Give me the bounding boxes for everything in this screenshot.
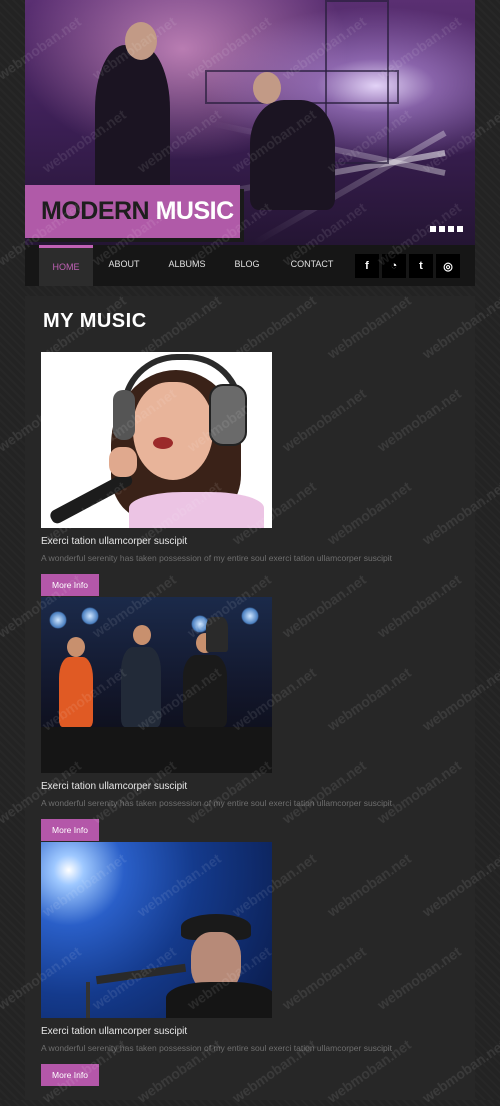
social-links: f ◔ t ◎ — [355, 254, 460, 278]
nav-item-about[interactable]: ABOUT — [99, 245, 149, 286]
guitarist-figure — [95, 45, 170, 205]
music-item-photo[interactable] — [41, 842, 272, 1018]
rss-icon[interactable]: ◔ — [382, 254, 406, 278]
more-info-button[interactable]: More Info — [41, 819, 99, 841]
slider-pagination[interactable] — [430, 226, 463, 232]
dribbble-icon[interactable]: ◎ — [436, 254, 460, 278]
logo-word-dark: MODERN — [41, 197, 150, 225]
music-item-title[interactable]: Exerci tation ullamcorper suscipit — [41, 781, 187, 792]
more-info-button[interactable]: More Info — [41, 574, 99, 596]
nav-item-blog[interactable]: BLOG — [223, 245, 271, 286]
music-item-photo[interactable] — [41, 352, 272, 528]
hero-title-box: MODERN MUSIC — [25, 185, 240, 238]
music-item-title[interactable]: Exerci tation ullamcorper suscipit — [41, 536, 187, 547]
site-logo[interactable]: MODERN MUSIC — [41, 197, 234, 226]
main-content: MY MUSIC Exerci tation ullamcorper susci… — [25, 296, 475, 1100]
hero-banner: MODERN MUSIC — [25, 0, 475, 245]
slider-dot[interactable] — [439, 226, 445, 232]
music-item-description: A wonderful serenity has taken possessio… — [41, 1043, 393, 1053]
main-nav: HOME ABOUT ALBUMS BLOG CONTACT f ◔ t ◎ — [25, 245, 475, 286]
facebook-icon[interactable]: f — [355, 254, 379, 278]
more-info-button[interactable]: More Info — [41, 1064, 99, 1086]
twitter-icon[interactable]: t — [409, 254, 433, 278]
guitarist-head — [125, 22, 157, 60]
slider-dot[interactable] — [448, 226, 454, 232]
drummer-head — [253, 72, 281, 104]
nav-item-home[interactable]: HOME — [39, 245, 93, 286]
section-title: MY MUSIC — [43, 310, 147, 332]
music-item-photo[interactable] — [41, 597, 272, 773]
nav-item-contact[interactable]: CONTACT — [282, 245, 342, 286]
slider-dot[interactable] — [457, 226, 463, 232]
slider-dot[interactable] — [430, 226, 436, 232]
nav-item-albums[interactable]: ALBUMS — [162, 245, 212, 286]
drummer-figure — [250, 100, 335, 210]
music-item-description: A wonderful serenity has taken possessio… — [41, 798, 393, 808]
logo-word-light: MUSIC — [155, 197, 235, 225]
music-item-description: A wonderful serenity has taken possessio… — [41, 553, 393, 563]
music-item-title[interactable]: Exerci tation ullamcorper suscipit — [41, 1026, 187, 1037]
